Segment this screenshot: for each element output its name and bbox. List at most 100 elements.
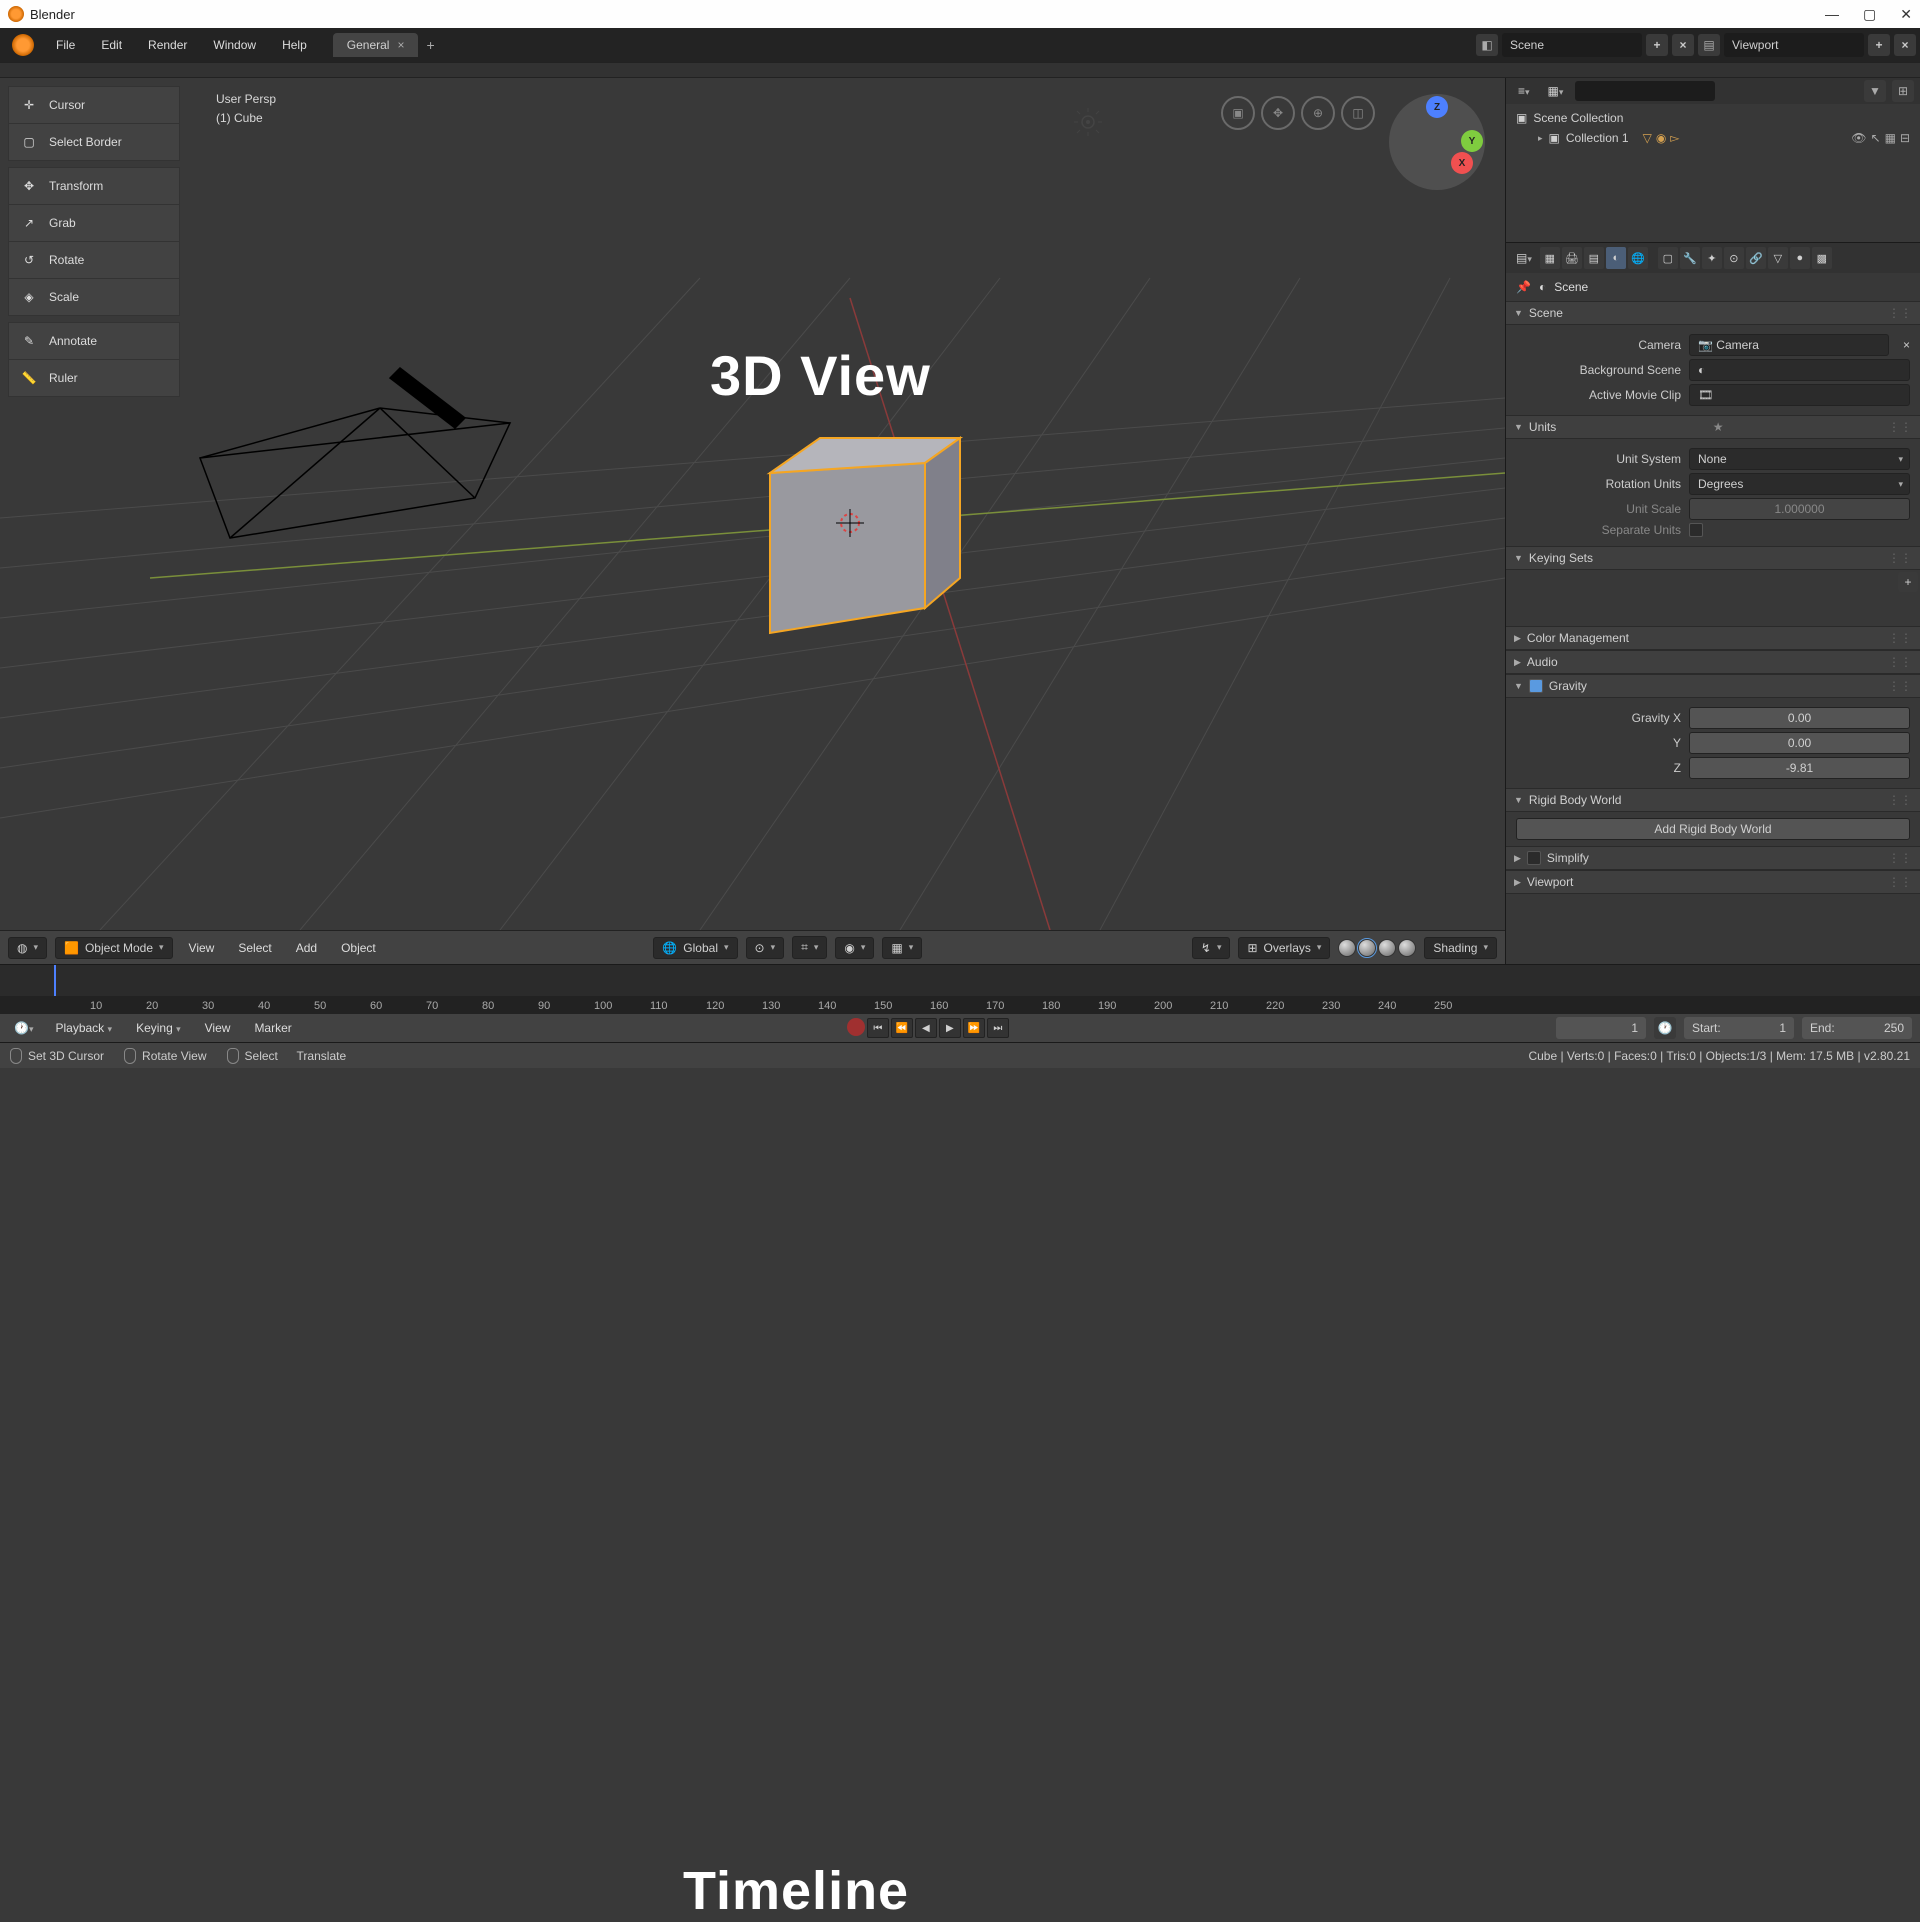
viewlayer-add-button[interactable]: + <box>1868 34 1890 56</box>
nav-ortho-icon[interactable]: ◫ <box>1341 96 1375 130</box>
3d-viewport[interactable]: ✛Cursor ▢Select Border ✥Transform ↗Grab … <box>0 78 1505 930</box>
nav-pan-icon[interactable]: ✥ <box>1261 96 1295 130</box>
units-preset-icon[interactable]: ★ <box>1713 420 1724 434</box>
menu-render[interactable]: Render <box>136 32 199 58</box>
scene-icon[interactable]: ◧ <box>1476 34 1498 56</box>
minimize-button[interactable]: — <box>1825 6 1839 23</box>
selectable-icon[interactable]: ↖ <box>1871 131 1881 145</box>
shading-dropdown[interactable]: Shading ▾ <box>1424 937 1497 959</box>
tool-select-border[interactable]: ▢Select Border <box>8 124 180 161</box>
panel-rigidbody-header[interactable]: ▼Rigid Body World⋮⋮ <box>1506 788 1920 812</box>
menu-help[interactable]: Help <box>270 32 319 58</box>
vp-menu-view[interactable]: View <box>181 937 223 959</box>
panel-gravity-header[interactable]: ▼Gravity⋮⋮ <box>1506 674 1920 698</box>
jump-start-button[interactable]: ⏮ <box>867 1018 889 1038</box>
timeline-editor-type[interactable]: 🕐▾ <box>8 1019 39 1037</box>
viewport-canvas[interactable] <box>0 78 1505 930</box>
panel-keying-header[interactable]: ▼Keying Sets⋮⋮ <box>1506 546 1920 570</box>
nav-axis-y[interactable]: Y <box>1461 130 1483 152</box>
timeline-menu-view[interactable]: View <box>197 1017 239 1039</box>
camera-field[interactable]: 📷 Camera <box>1689 334 1889 356</box>
timeline-menu-marker[interactable]: Marker <box>246 1017 299 1039</box>
end-frame-field[interactable]: End:250 <box>1802 1017 1912 1039</box>
preview-range-icon[interactable]: 🕐 <box>1654 1017 1676 1039</box>
prop-tab-viewlayer[interactable]: ▤ <box>1584 247 1604 269</box>
pin-icon[interactable]: 📌 <box>1516 280 1531 294</box>
panel-scene-header[interactable]: ▼Scene⋮⋮ <box>1506 301 1920 325</box>
tool-annotate[interactable]: ✎Annotate <box>8 322 180 360</box>
panel-units-header[interactable]: ▼Units★⋮⋮ <box>1506 415 1920 439</box>
viewlayer-remove-button[interactable]: × <box>1894 34 1916 56</box>
close-button[interactable]: ✕ <box>1900 6 1912 23</box>
movieclip-field[interactable]: 🎞 <box>1689 384 1910 406</box>
prop-tab-texture[interactable]: ▩ <box>1812 247 1832 269</box>
gravity-x-field[interactable]: 0.00 <box>1689 707 1910 729</box>
current-frame-field[interactable]: 1 <box>1556 1017 1646 1039</box>
overlays-dropdown[interactable]: ⊞ Overlays ▾ <box>1238 937 1330 959</box>
vp-menu-object[interactable]: Object <box>333 937 384 959</box>
timeline-menu-keying[interactable]: Keying ▾ <box>128 1017 189 1039</box>
scene-add-button[interactable]: + <box>1646 34 1668 56</box>
tool-transform[interactable]: ✥Transform <box>8 167 180 205</box>
panel-audio-header[interactable]: ▶Audio⋮⋮ <box>1506 650 1920 674</box>
menu-edit[interactable]: Edit <box>89 32 134 58</box>
play-reverse-button[interactable]: ◀ <box>915 1018 937 1038</box>
collections-vis-dropdown[interactable]: ▦▾ <box>882 937 922 959</box>
outliner-collection-1[interactable]: ▸ ▣ Collection 1 ▽ ◉ ▻ 👁 ↖ ▦ ⊟ <box>1512 128 1914 148</box>
add-rigidbody-button[interactable]: Add Rigid Body World <box>1516 818 1910 840</box>
tool-rotate[interactable]: ↺Rotate <box>8 242 180 279</box>
viewlayer-name-field[interactable]: Viewport <box>1724 33 1864 57</box>
timeline-menu-playback[interactable]: Playback ▾ <box>47 1017 120 1039</box>
panel-color-management-header[interactable]: ▶Color Management⋮⋮ <box>1506 626 1920 650</box>
tool-grab[interactable]: ↗Grab <box>8 205 180 242</box>
unit-scale-field[interactable]: 1.000000 <box>1689 498 1910 520</box>
holdout-icon[interactable]: ⊟ <box>1900 131 1910 145</box>
outliner-filter-icon[interactable]: ▼ <box>1864 80 1886 102</box>
blender-logo-icon[interactable] <box>12 34 34 56</box>
visibility-icon[interactable]: 👁 <box>1851 131 1866 145</box>
outliner-search-input[interactable] <box>1575 81 1715 101</box>
gizmo-dropdown[interactable]: ↯▾ <box>1192 937 1231 959</box>
prop-tab-material[interactable]: ● <box>1790 247 1810 269</box>
proportional-dropdown[interactable]: ◉▾ <box>835 937 874 959</box>
shading-rendered-icon[interactable] <box>1398 939 1416 957</box>
nav-gizmo[interactable]: Z Y X <box>1389 94 1485 190</box>
rotation-units-field[interactable]: Degrees <box>1689 473 1910 495</box>
prop-tab-output[interactable]: 🖨 <box>1562 247 1582 269</box>
jump-end-button[interactable]: ⏭ <box>987 1018 1009 1038</box>
menu-file[interactable]: File <box>44 32 87 58</box>
shading-wireframe-icon[interactable] <box>1338 939 1356 957</box>
nav-zoom-icon[interactable]: ⊕ <box>1301 96 1335 130</box>
shading-lookdev-icon[interactable] <box>1378 939 1396 957</box>
start-frame-field[interactable]: Start:1 <box>1684 1017 1794 1039</box>
nav-axis-x[interactable]: X <box>1451 152 1473 174</box>
workspace-tab-close-icon[interactable]: × <box>397 38 404 52</box>
nav-axis-z[interactable]: Z <box>1426 96 1448 118</box>
prop-tab-scene[interactable]: ◐ <box>1606 247 1626 269</box>
mode-dropdown[interactable]: 🟧 Object Mode ▾ <box>55 937 173 959</box>
tool-cursor[interactable]: ✛Cursor <box>8 86 180 124</box>
tool-ruler[interactable]: 📏Ruler <box>8 360 180 397</box>
gravity-enable-checkbox[interactable] <box>1529 679 1543 693</box>
keying-add-button[interactable]: + <box>1898 572 1918 592</box>
workspace-tab-general[interactable]: General × <box>333 33 419 57</box>
keyframe-prev-button[interactable]: ⏪ <box>891 1018 913 1038</box>
play-button[interactable]: ▶ <box>939 1018 961 1038</box>
prop-tab-world[interactable]: 🌐 <box>1628 247 1648 269</box>
outliner-display-mode[interactable]: ▦▾ <box>1542 82 1570 100</box>
maximize-button[interactable]: ▢ <box>1863 6 1876 23</box>
keyframe-next-button[interactable]: ⏩ <box>963 1018 985 1038</box>
simplify-enable-checkbox[interactable] <box>1527 851 1541 865</box>
workspace-add-button[interactable]: + <box>426 37 434 53</box>
autokey-record-button[interactable] <box>847 1018 865 1036</box>
editor-type-dropdown[interactable]: ◍▾ <box>8 937 47 959</box>
vp-menu-select[interactable]: Select <box>230 937 279 959</box>
outliner-scene-collection[interactable]: ▣ Scene Collection <box>1512 108 1914 128</box>
outliner-editor-type[interactable]: ≡▾ <box>1512 82 1536 100</box>
prop-tab-object[interactable]: ▢ <box>1658 247 1678 269</box>
snap-dropdown[interactable]: ⌗▾ <box>792 936 827 959</box>
scene-name-field[interactable]: Scene <box>1502 33 1642 57</box>
prop-tab-data[interactable]: ▽ <box>1768 247 1788 269</box>
shading-solid-icon[interactable] <box>1358 939 1376 957</box>
chevron-right-icon[interactable]: ▸ <box>1538 133 1543 144</box>
